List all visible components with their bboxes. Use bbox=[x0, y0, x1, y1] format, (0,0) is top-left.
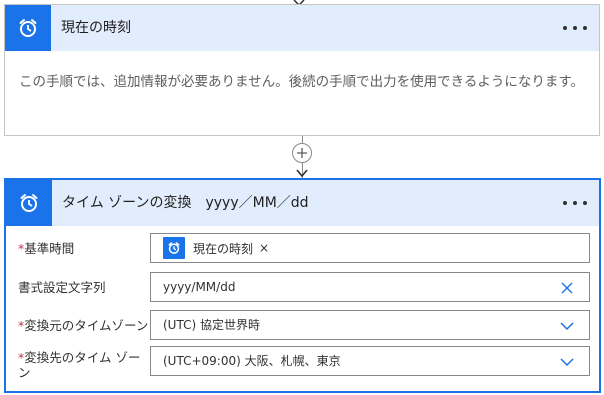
more-options-button[interactable] bbox=[563, 193, 587, 213]
dot-icon bbox=[583, 26, 587, 30]
format-string-value: yyyy/MM/dd bbox=[163, 280, 236, 294]
token-remove-button[interactable]: × bbox=[259, 241, 269, 255]
dot-icon bbox=[573, 201, 577, 205]
alarm-clock-icon bbox=[6, 180, 52, 226]
add-step-button[interactable] bbox=[292, 143, 312, 163]
action-card-current-time: 現在の時刻 この手順では、追加情報が必要ありません。後続の手順で出力を使用できる… bbox=[4, 4, 600, 136]
dynamic-content-token[interactable]: 現在の時刻 × bbox=[163, 237, 270, 259]
chevron-down-icon[interactable] bbox=[559, 354, 575, 370]
dot-icon bbox=[583, 201, 587, 205]
card-title: タイム ゾーンの変換 yyyy／MM／dd bbox=[62, 195, 309, 211]
dot-icon bbox=[573, 26, 577, 30]
token-label: 現在の時刻 bbox=[193, 241, 254, 256]
format-string-input[interactable]: yyyy/MM/dd bbox=[150, 272, 590, 302]
card-title: 現在の時刻 bbox=[61, 20, 131, 36]
more-options-button[interactable] bbox=[563, 18, 587, 38]
plus-icon bbox=[297, 148, 307, 158]
alarm-clock-icon bbox=[5, 5, 51, 51]
base-time-input[interactable]: 現在の時刻 × bbox=[150, 233, 590, 263]
card-description: この手順では、追加情報が必要ありません。後続の手順で出力を使用できるようになりま… bbox=[19, 74, 584, 90]
action-card-convert-timezone: タイム ゾーンの変換 yyyy／MM／dd *基準時間 現在の時刻 × 書式設定… bbox=[4, 178, 601, 393]
source-timezone-label: *変換元のタイムゾーン bbox=[18, 318, 149, 333]
dot-icon bbox=[563, 26, 567, 30]
card-header[interactable]: 現在の時刻 bbox=[5, 5, 599, 51]
format-string-label: 書式設定文字列 bbox=[18, 280, 106, 295]
clear-icon[interactable] bbox=[559, 280, 575, 296]
source-timezone-value: (UTC) 協定世界時 bbox=[163, 318, 260, 332]
base-time-label: *基準時間 bbox=[18, 241, 75, 256]
target-timezone-select[interactable]: (UTC+09:00) 大阪、札幌、東京 bbox=[150, 346, 590, 376]
card-header[interactable]: タイム ゾーンの変換 yyyy／MM／dd bbox=[6, 180, 599, 226]
flow-arrow-icon bbox=[296, 169, 308, 178]
target-timezone-value: (UTC+09:00) 大阪、札幌、東京 bbox=[163, 354, 341, 368]
source-timezone-select[interactable]: (UTC) 協定世界時 bbox=[150, 310, 590, 340]
dot-icon bbox=[563, 201, 567, 205]
alarm-clock-icon bbox=[163, 237, 185, 259]
target-timezone-label: *変換先のタイム ゾー ン bbox=[18, 350, 141, 380]
chevron-down-icon[interactable] bbox=[559, 318, 575, 334]
